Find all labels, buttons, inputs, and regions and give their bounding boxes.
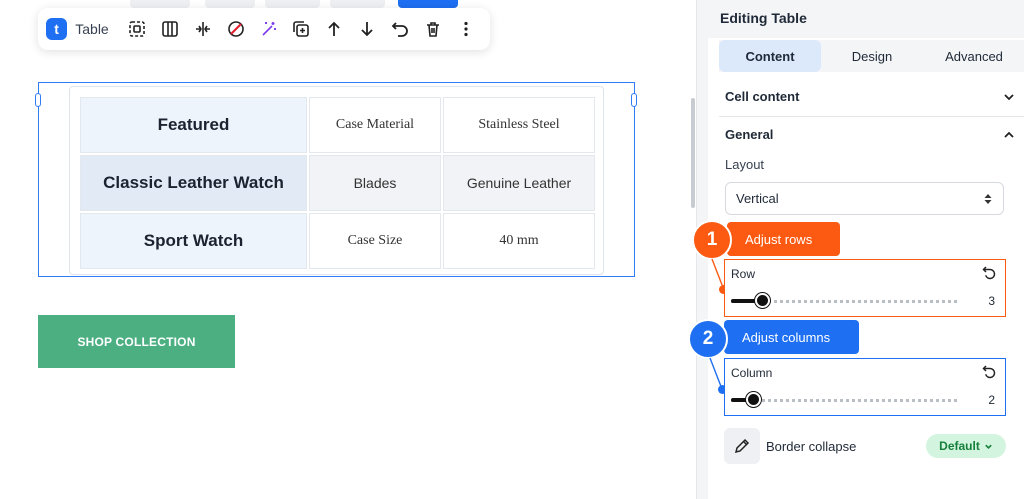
- resize-handle-left[interactable]: [35, 93, 41, 107]
- undo-icon: [391, 22, 408, 37]
- row-label: Row: [731, 267, 756, 281]
- floating-toolbar: t Table: [38, 8, 490, 50]
- table-cell[interactable]: Featured: [80, 97, 307, 153]
- background-toolbar-ghost: [265, 0, 320, 8]
- adjust-rows-callout: Adjust rows: [727, 222, 840, 256]
- background-toolbar-ghost: [330, 0, 385, 8]
- arrow-up-icon: [328, 21, 340, 36]
- column-slider-track[interactable]: [731, 399, 957, 402]
- reset-icon[interactable]: [982, 365, 996, 379]
- layout-label: Layout: [725, 157, 765, 172]
- table-cell[interactable]: 40 mm: [443, 213, 595, 269]
- chevron-down-icon: [985, 444, 992, 449]
- more-options-button[interactable]: [449, 14, 482, 44]
- columns-button[interactable]: [154, 14, 187, 44]
- background-toolbar-ghost: [130, 0, 190, 8]
- color-none-button[interactable]: [219, 14, 252, 44]
- chevron-up-icon: [1004, 131, 1014, 138]
- section-divider: [719, 116, 1024, 117]
- column-control: Column 2: [724, 358, 1006, 416]
- duplicate-button[interactable]: [285, 14, 318, 44]
- column-slider-handle[interactable]: [745, 392, 761, 407]
- row-value: 3: [988, 294, 995, 308]
- table-cell[interactable]: Sport Watch: [80, 213, 307, 269]
- dashed-frame-icon: [129, 21, 145, 37]
- move-up-button[interactable]: [318, 14, 351, 44]
- shop-collection-button[interactable]: SHOP COLLECTION: [38, 315, 235, 368]
- select-parent-button[interactable]: [121, 14, 154, 44]
- table-cell[interactable]: Genuine Leather: [443, 155, 595, 211]
- selected-table-block[interactable]: Featured Case Material Stainless Steel C…: [38, 82, 635, 277]
- layout-select-value: Vertical: [736, 191, 779, 206]
- magic-wand-icon: [261, 22, 276, 36]
- background-toolbar-ghost-active: [398, 0, 458, 8]
- toolbar-block-label: Table: [75, 21, 109, 37]
- adjust-columns-callout: Adjust columns: [724, 320, 859, 354]
- pencil-icon: [734, 438, 750, 454]
- editor-canvas: t Table Featured Case Material Stainless…: [0, 0, 696, 499]
- chevron-down-icon: [1004, 93, 1014, 100]
- border-collapse-dropdown[interactable]: Default: [926, 434, 1006, 458]
- table-cell[interactable]: Classic Leather Watch: [80, 155, 307, 211]
- table-cell[interactable]: Case Material: [309, 97, 441, 153]
- reset-icon[interactable]: [982, 266, 996, 280]
- tab-design[interactable]: Design: [821, 40, 923, 72]
- panel-title: Editing Table: [720, 10, 807, 26]
- layout-select[interactable]: Vertical: [725, 182, 1004, 215]
- arrow-down-icon: [361, 22, 373, 37]
- canvas-scrollbar[interactable]: [691, 98, 695, 208]
- ai-magic-button[interactable]: [252, 14, 285, 44]
- align-center-arrows-icon: [195, 22, 210, 36]
- trash-icon: [426, 22, 439, 37]
- resize-handle-right[interactable]: [631, 93, 637, 107]
- panel-tabs: Content Design Advanced: [719, 40, 1024, 72]
- no-color-icon: [227, 21, 244, 37]
- kebab-menu-icon: [463, 21, 468, 37]
- border-collapse-label: Border collapse: [766, 438, 857, 454]
- table-cell[interactable]: Case Size: [309, 213, 441, 269]
- undo-button[interactable]: [383, 14, 416, 44]
- table-row: Featured Case Material Stainless Steel: [80, 97, 595, 153]
- background-toolbar-ghost: [205, 0, 255, 8]
- move-down-button[interactable]: [351, 14, 384, 44]
- tab-content[interactable]: Content: [719, 40, 821, 72]
- panel-header: Editing Table: [708, 0, 1024, 38]
- border-edit-button[interactable]: [724, 428, 760, 464]
- table-container: Featured Case Material Stainless Steel C…: [69, 86, 604, 275]
- step-badge-2: 2: [688, 319, 728, 359]
- column-label: Column: [731, 366, 773, 380]
- table-cell[interactable]: Stainless Steel: [443, 97, 595, 153]
- table-row: Classic Leather Watch Blades Genuine Lea…: [80, 155, 595, 211]
- duplicate-icon: [293, 21, 310, 37]
- delete-button[interactable]: [416, 14, 449, 44]
- column-value: 2: [988, 393, 995, 407]
- row-slider-handle[interactable]: [754, 293, 770, 308]
- border-collapse-value: Default: [939, 439, 980, 453]
- select-arrows-icon: [984, 193, 992, 204]
- table-row: Sport Watch Case Size 40 mm: [80, 213, 595, 269]
- step-badge-1: 1: [692, 220, 732, 260]
- general-section-toggle[interactable]: General: [725, 127, 1015, 142]
- columns-icon: [162, 21, 178, 37]
- cell-content-section-toggle[interactable]: Cell content: [725, 89, 1015, 104]
- table-cell[interactable]: Blades: [309, 155, 441, 211]
- row-control: Row 3: [724, 259, 1006, 317]
- watch-table: Featured Case Material Stainless Steel C…: [78, 95, 597, 271]
- border-collapse-row: Border collapse Default: [724, 428, 1006, 464]
- general-label: General: [725, 127, 774, 142]
- cell-content-label: Cell content: [725, 89, 800, 104]
- horizontal-align-button[interactable]: [186, 14, 219, 44]
- table-block-icon[interactable]: t: [46, 18, 68, 40]
- tab-advanced[interactable]: Advanced: [923, 40, 1024, 72]
